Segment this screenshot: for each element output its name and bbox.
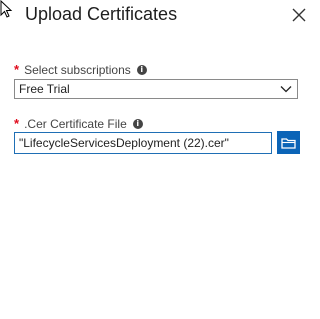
required-mark: * (14, 116, 20, 131)
browse-button[interactable] (277, 131, 300, 154)
subscriptions-label: Select subscriptions (24, 62, 131, 77)
certificate-file-input[interactable]: "LifecycleServicesDeployment (22).cer" (14, 132, 272, 154)
required-mark: * (14, 62, 20, 77)
subscriptions-selected-value: Free Trial (19, 82, 70, 96)
info-icon[interactable]: i (136, 64, 147, 75)
mouse-pointer-icon (0, 0, 13, 18)
certificate-label-row: * .Cer Certificate File i (14, 116, 143, 131)
info-icon[interactable]: i (132, 118, 143, 129)
close-icon[interactable] (291, 7, 307, 23)
subscriptions-label-row: * Select subscriptions i (14, 62, 147, 77)
folder-icon (281, 137, 296, 149)
dialog-title: Upload Certificates (25, 4, 178, 24)
chevron-down-icon (280, 86, 292, 93)
certificate-file-label: .Cer Certificate File (24, 116, 127, 131)
subscriptions-select[interactable]: Free Trial (14, 79, 298, 99)
